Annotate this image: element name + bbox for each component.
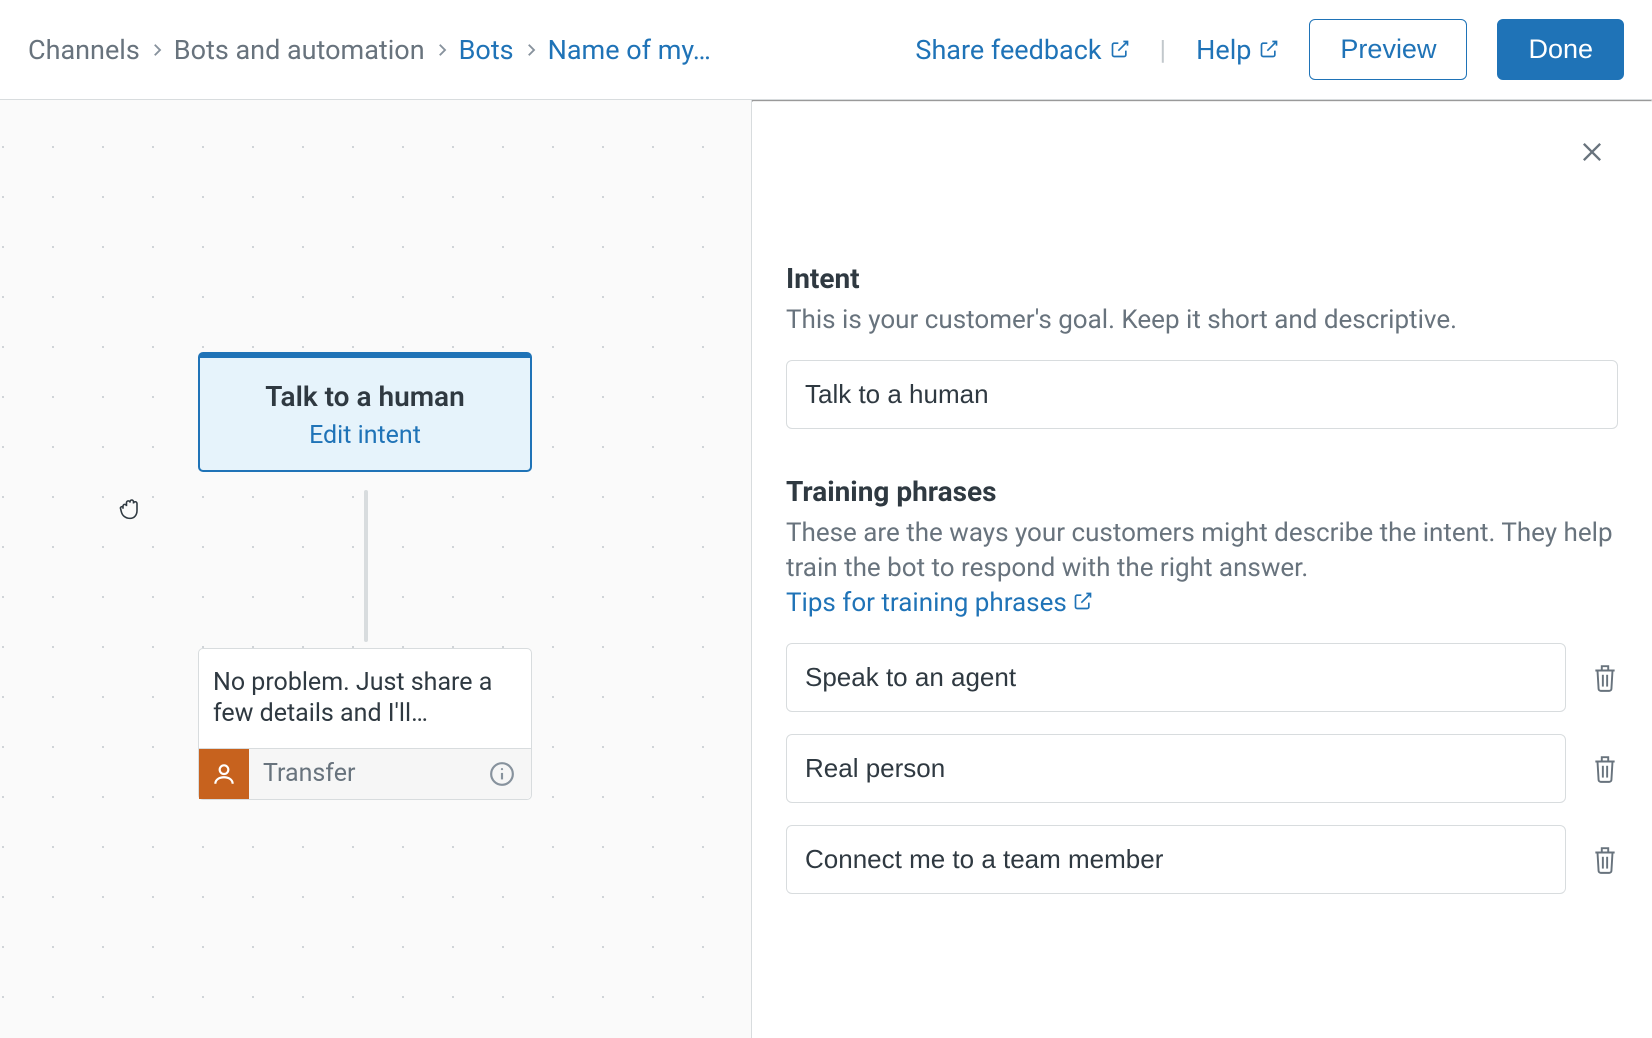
breadcrumb: Channels Bots and automation Bots Name o… bbox=[28, 34, 711, 66]
close-button[interactable] bbox=[1578, 138, 1606, 170]
message-node[interactable]: No problem. Just share a few details and… bbox=[198, 648, 532, 800]
intent-section: Intent This is your customer's goal. Kee… bbox=[786, 262, 1618, 429]
intent-heading: Intent bbox=[786, 262, 1618, 295]
preview-button[interactable]: Preview bbox=[1309, 19, 1467, 80]
delete-phrase-button[interactable] bbox=[1592, 663, 1618, 693]
flow-canvas[interactable]: Talk to a human Edit intent No problem. … bbox=[0, 100, 752, 1038]
side-panel: Intent This is your customer's goal. Kee… bbox=[752, 100, 1652, 1038]
training-phrase-row bbox=[786, 825, 1618, 894]
breadcrumb-item[interactable]: Channels bbox=[28, 34, 140, 66]
share-feedback-label: Share feedback bbox=[915, 34, 1101, 66]
tips-link-label: Tips for training phrases bbox=[786, 586, 1067, 621]
flow-connector bbox=[364, 490, 368, 642]
delete-phrase-button[interactable] bbox=[1592, 845, 1618, 875]
info-icon[interactable] bbox=[489, 761, 531, 787]
intent-description: This is your customer's goal. Keep it sh… bbox=[786, 303, 1618, 338]
training-phrases-section: Training phrases These are the ways your… bbox=[786, 475, 1618, 894]
intent-node[interactable]: Talk to a human Edit intent bbox=[198, 352, 532, 472]
message-node-text: No problem. Just share a few details and… bbox=[199, 649, 531, 748]
breadcrumb-item[interactable]: Bots and automation bbox=[174, 34, 425, 66]
intent-node-title: Talk to a human bbox=[210, 380, 520, 413]
help-label: Help bbox=[1196, 34, 1251, 66]
breadcrumb-item[interactable]: Bots bbox=[459, 34, 514, 66]
share-feedback-link[interactable]: Share feedback bbox=[915, 34, 1129, 66]
chevron-right-icon bbox=[522, 41, 540, 59]
panel-content: Intent This is your customer's goal. Kee… bbox=[752, 102, 1652, 894]
training-phrase-input[interactable] bbox=[786, 734, 1566, 803]
training-phrase-row bbox=[786, 643, 1618, 712]
transfer-icon bbox=[199, 749, 249, 799]
main-split: Talk to a human Edit intent No problem. … bbox=[0, 100, 1652, 1038]
external-link-icon bbox=[1110, 34, 1130, 66]
external-link-icon bbox=[1073, 586, 1093, 621]
header-actions: Share feedback | Help Preview Done bbox=[915, 19, 1624, 80]
training-description-text: These are the ways your customers might … bbox=[786, 518, 1613, 583]
edit-intent-link[interactable]: Edit intent bbox=[210, 421, 520, 450]
chevron-right-icon bbox=[433, 41, 451, 59]
message-node-footer-label: Transfer bbox=[249, 759, 489, 788]
training-phrase-input[interactable] bbox=[786, 825, 1566, 894]
message-node-footer: Transfer bbox=[199, 748, 531, 799]
done-button[interactable]: Done bbox=[1497, 19, 1624, 80]
training-heading: Training phrases bbox=[786, 475, 1618, 508]
chevron-right-icon bbox=[148, 41, 166, 59]
training-phrase-row bbox=[786, 734, 1618, 803]
training-phrase-input[interactable] bbox=[786, 643, 1566, 712]
delete-phrase-button[interactable] bbox=[1592, 754, 1618, 784]
tips-for-training-phrases-link[interactable]: Tips for training phrases bbox=[786, 586, 1093, 621]
grab-cursor-icon bbox=[116, 492, 144, 522]
breadcrumb-item-current[interactable]: Name of my… bbox=[548, 34, 711, 66]
training-description: These are the ways your customers might … bbox=[786, 516, 1618, 621]
help-link[interactable]: Help bbox=[1196, 34, 1279, 66]
external-link-icon bbox=[1259, 34, 1279, 66]
top-header: Channels Bots and automation Bots Name o… bbox=[0, 0, 1652, 100]
intent-input[interactable] bbox=[786, 360, 1618, 429]
header-divider: | bbox=[1160, 34, 1167, 66]
